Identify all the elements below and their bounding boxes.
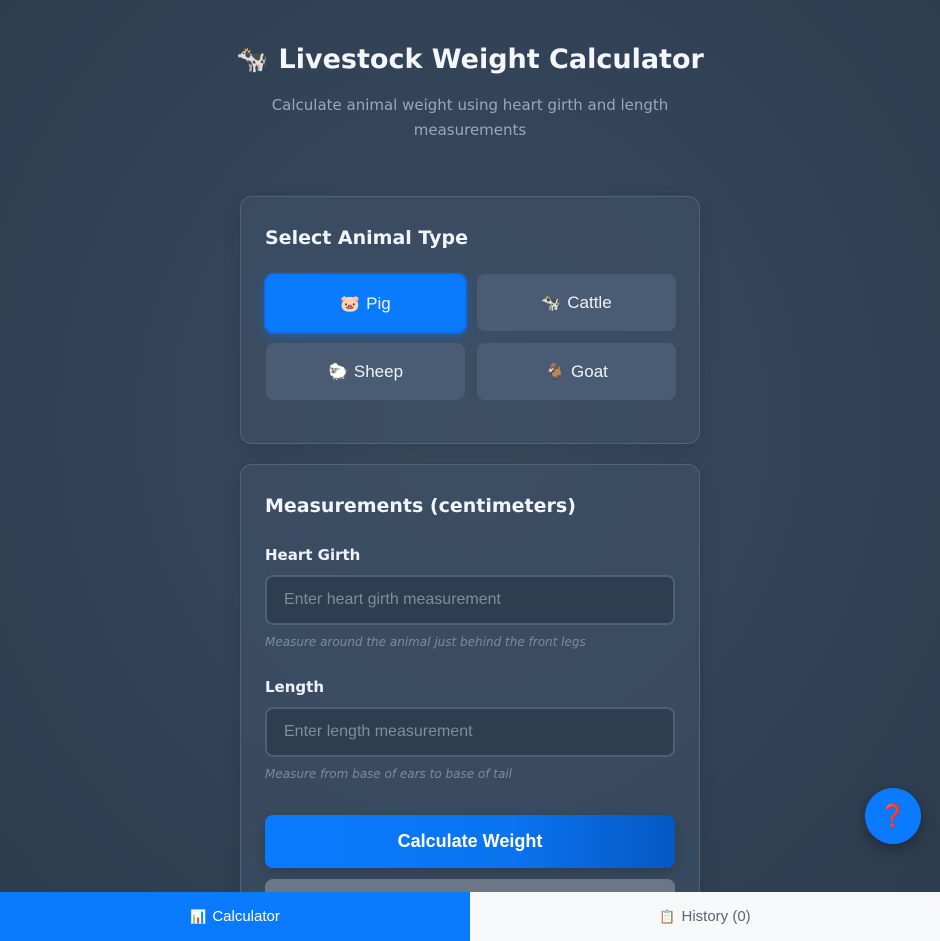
heart-girth-label: Heart Girth xyxy=(265,546,361,564)
tab-calculator[interactable]: 📊 Calculator xyxy=(0,892,470,941)
pig-icon: 🐷 xyxy=(340,295,361,313)
animal-option-goat[interactable]: 🐐 Goat xyxy=(477,343,676,400)
tab-label: Calculator xyxy=(212,908,280,925)
length-input[interactable] xyxy=(265,707,675,757)
measurements-card: Measurements (centimeters) Heart Girth M… xyxy=(240,464,700,941)
animal-option-label: Pig xyxy=(366,293,391,313)
animal-option-cattle[interactable]: 🐄 Cattle xyxy=(477,274,676,331)
goat-icon: 🐐 xyxy=(545,363,566,381)
length-label: Length xyxy=(265,678,324,696)
tab-label: History (0) xyxy=(681,908,751,925)
heart-girth-hint: Measure around the animal just behind th… xyxy=(265,635,586,649)
cow-icon: 🐄 xyxy=(541,294,562,312)
bar-chart-icon: 📊 xyxy=(190,908,207,924)
sheep-icon: 🐑 xyxy=(327,363,348,381)
page-title-text: Livestock Weight Calculator xyxy=(278,44,704,75)
length-hint: Measure from base of ears to base of tai… xyxy=(265,767,513,781)
cow-icon: 🐄 xyxy=(236,44,269,75)
help-button[interactable]: ❓ xyxy=(865,788,921,844)
animal-option-label: Goat xyxy=(571,361,608,381)
animal-option-sheep[interactable]: 🐑 Sheep xyxy=(266,343,465,400)
bottom-navigation: 📊 Calculator 📋 History (0) xyxy=(0,892,940,941)
clipboard-icon: 📋 xyxy=(659,908,676,924)
tab-history[interactable]: 📋 History (0) xyxy=(470,892,940,941)
page-title: 🐄 Livestock Weight Calculator xyxy=(236,44,704,75)
question-mark-icon: ❓ xyxy=(879,803,907,828)
animal-type-card: Select Animal Type 🐷 Pig 🐄 Cattle 🐑 Shee… xyxy=(240,196,700,444)
animal-type-heading: Select Animal Type xyxy=(265,227,468,249)
animal-option-pig[interactable]: 🐷 Pig xyxy=(266,275,465,332)
page-subtitle: Calculate animal weight using heart girt… xyxy=(271,96,669,139)
calculate-weight-button[interactable]: Calculate Weight xyxy=(265,815,675,868)
animal-option-label: Sheep xyxy=(353,361,404,381)
measurements-heading: Measurements (centimeters) xyxy=(265,495,576,517)
animal-option-label: Cattle xyxy=(567,292,612,312)
page-header: 🐄 Livestock Weight Calculator Calculate … xyxy=(0,44,940,143)
heart-girth-input[interactable] xyxy=(265,575,675,625)
